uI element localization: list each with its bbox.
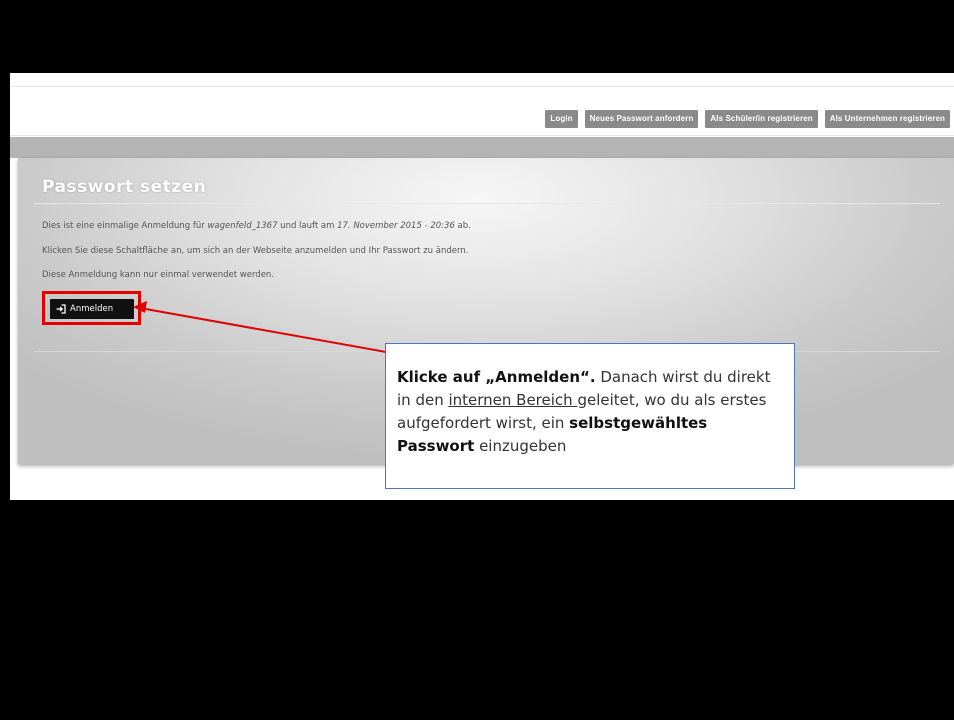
line1-suffix: ab. [454, 221, 471, 231]
anmelden-button[interactable]: Anmelden [50, 299, 134, 319]
anmelden-button-label: Anmelden [70, 304, 114, 314]
instruction-text: Klicken Sie diese Schaltfläche an, um si… [42, 246, 469, 256]
instruction-callout: Klicke auf „Anmelden“. Danach wirst du d… [385, 343, 795, 489]
callout-underlined-area: internen Bereich [448, 391, 578, 409]
expiry-date: 17. November 2015 - 20:36 [337, 221, 455, 231]
callout-text-3: einzugeben [474, 437, 567, 455]
request-new-password-button[interactable]: Neues Passwort anfordern [584, 110, 699, 128]
register-student-button[interactable]: Als Schüler/in registrieren [705, 110, 818, 128]
top-navigation: Login Neues Passwort anfordern Als Schül… [545, 110, 950, 128]
callout-bold-click: Klicke auf „Anmelden“. [397, 368, 596, 386]
username: wagenfeld_1367 [207, 221, 278, 231]
line1-prefix: Dies ist eine einmalige Anmeldung für [42, 221, 208, 231]
title-divider [34, 203, 940, 204]
single-use-note: Diese Anmeldung kann nur einmal verwende… [42, 270, 275, 280]
line1-mid: und lauft am [277, 221, 338, 231]
one-time-login-text: Dies ist eine einmalige Anmeldung für wa… [42, 221, 471, 231]
header-strip [10, 137, 954, 158]
page-title: Passwort setzen [42, 177, 207, 197]
site-header: Login Neues Passwort anfordern Als Schül… [10, 86, 954, 136]
login-nav-button[interactable]: Login [545, 110, 578, 128]
sign-in-icon [56, 304, 66, 314]
register-company-button[interactable]: Als Unternehmen registrieren [824, 110, 950, 128]
